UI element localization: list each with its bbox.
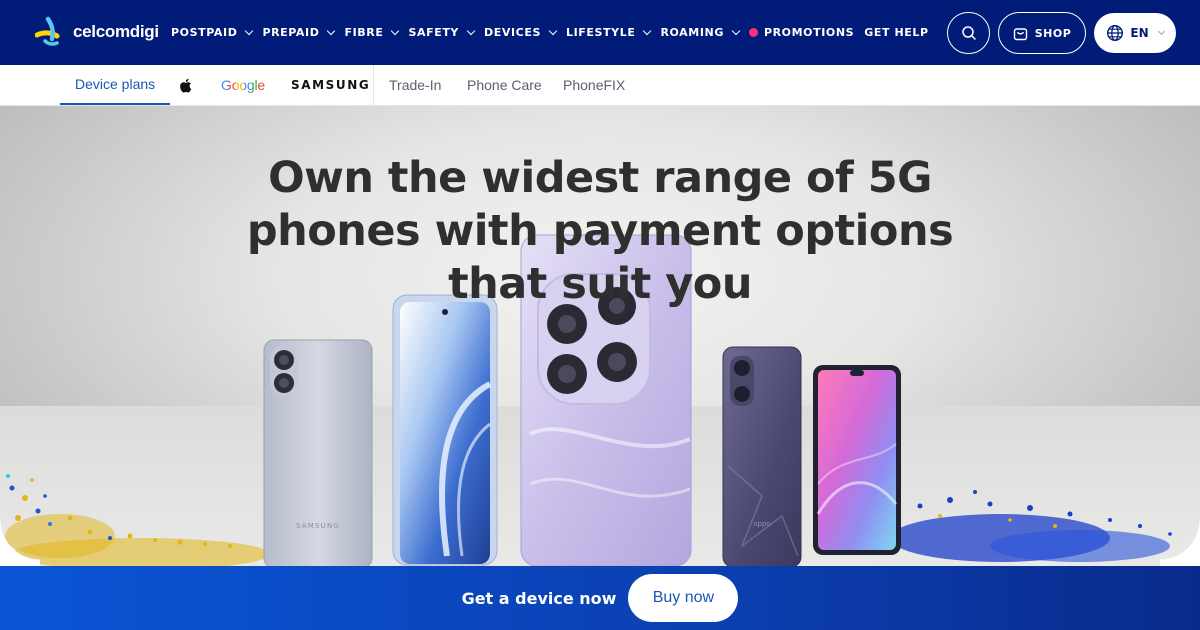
chevron-down-icon xyxy=(548,26,558,35)
celcomdigi-mark-icon xyxy=(35,16,60,46)
chevron-down-icon xyxy=(245,26,254,35)
menu-item-postpaid[interactable]: POSTPAID xyxy=(171,26,254,39)
chevron-down-icon xyxy=(731,26,741,35)
chevron-down-icon xyxy=(643,26,652,35)
subnav-divider xyxy=(373,65,374,105)
main-menu: POSTPAID PREPAID FIBRE SAFETY DEVICES LI… xyxy=(171,0,939,65)
hero-corner xyxy=(0,520,40,566)
tab-phone-care[interactable]: Phone Care xyxy=(467,65,542,105)
logo-wordmark: celcomdigi xyxy=(73,22,159,41)
chevron-down-icon xyxy=(327,26,336,35)
menu-item-label: POSTPAID xyxy=(171,26,238,39)
search-button[interactable] xyxy=(947,12,990,54)
shop-button[interactable]: SHOP xyxy=(998,12,1086,54)
phone-purple-back: oppo xyxy=(722,346,802,566)
globe-icon xyxy=(1107,24,1124,42)
confetti-left-decoration xyxy=(5,474,270,566)
menu-item-label: PROMOTIONS xyxy=(763,26,855,39)
device-subnav: Device plans Google SAMSUNG Trade-In Pho… xyxy=(0,65,1200,106)
hero-banner: SAMSUNG oppo Own the widest range of 5G … xyxy=(0,106,1200,566)
tab-phonefix[interactable]: PhoneFIX xyxy=(563,65,625,105)
menu-item-devices[interactable]: DEVICES xyxy=(484,26,558,39)
menu-item-label: FIBRE xyxy=(344,26,384,39)
phone-silver-back: SAMSUNG xyxy=(263,339,373,566)
celcomdigi-logo[interactable]: celcomdigi xyxy=(35,14,159,50)
device-brand-text: SAMSUNG xyxy=(296,522,340,530)
tab-device-plans[interactable]: Device plans xyxy=(60,65,171,105)
tab-trade-in[interactable]: Trade-In xyxy=(389,65,441,105)
buy-now-button[interactable]: Buy now xyxy=(628,574,739,622)
tab-label: Phone Care xyxy=(467,77,542,93)
google-logo-text: Google xyxy=(221,77,265,93)
chevron-down-icon xyxy=(466,26,476,35)
tab-apple[interactable] xyxy=(172,65,198,105)
menu-item-label: ROAMING xyxy=(660,26,724,39)
menu-item-safety[interactable]: SAFETY xyxy=(408,26,476,39)
menu-item-roaming[interactable]: ROAMING xyxy=(660,26,741,39)
menu-item-label: PREPAID xyxy=(262,26,320,39)
tab-label: Device plans xyxy=(75,76,156,92)
language-selector[interactable]: EN xyxy=(1094,13,1176,53)
cta-bar: Get a device now Buy now xyxy=(0,566,1200,630)
menu-item-get-help[interactable]: GET HELP xyxy=(864,26,928,39)
chevron-down-icon xyxy=(391,26,400,35)
hero-corner xyxy=(1160,520,1200,566)
menu-item-label: SAFETY xyxy=(408,26,460,39)
menu-item-label: GET HELP xyxy=(864,26,929,39)
samsung-logo-text: SAMSUNG xyxy=(291,78,371,92)
phone-blue-front xyxy=(392,294,498,566)
shop-label: SHOP xyxy=(1034,26,1072,40)
hero-title: Own the widest range of 5G phones with p… xyxy=(246,153,954,309)
phone-pink-front xyxy=(813,365,901,555)
header-actions: SHOP EN xyxy=(947,12,1176,54)
promo-dot-icon xyxy=(748,28,758,37)
language-label: EN xyxy=(1130,26,1149,40)
tab-label: PhoneFIX xyxy=(563,77,626,93)
menu-item-promotions[interactable]: PROMOTIONS xyxy=(748,26,855,39)
menu-item-prepaid[interactable]: PREPAID xyxy=(262,26,336,39)
menu-item-lifestyle[interactable]: LIFESTYLE xyxy=(565,26,652,39)
apple-logo-icon xyxy=(179,78,191,93)
shopping-bag-icon xyxy=(1013,27,1027,40)
chevron-down-icon xyxy=(1157,27,1165,36)
top-navigation: celcomdigi POSTPAID PREPAID FIBRE SAFETY… xyxy=(0,0,1200,65)
confetti-right-decoration xyxy=(890,490,1172,562)
tab-google[interactable]: Google xyxy=(221,65,265,105)
tab-label: Trade-In xyxy=(389,77,442,93)
menu-item-fibre[interactable]: FIBRE xyxy=(344,26,400,39)
menu-item-label: LIFESTYLE xyxy=(565,26,636,39)
cta-text: Get a device now xyxy=(461,588,617,608)
device-brand-text-2: oppo xyxy=(753,520,770,528)
menu-item-label: DEVICES xyxy=(484,26,541,39)
search-icon xyxy=(961,26,976,40)
tab-samsung[interactable]: SAMSUNG xyxy=(291,65,370,105)
